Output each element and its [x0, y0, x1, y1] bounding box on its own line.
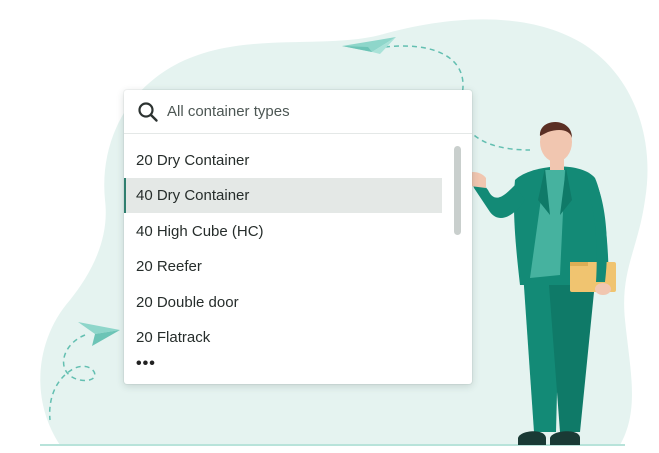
option-20-flatrack[interactable]: 20 Flatrack [124, 320, 442, 355]
option-40-high-cube[interactable]: 40 High Cube (HC) [124, 214, 442, 249]
option-20-reefer[interactable]: 20 Reefer [124, 249, 442, 284]
option-40-dry-container[interactable]: 40 Dry Container [124, 178, 442, 213]
scrollbar-thumb[interactable] [454, 146, 461, 235]
option-label: 20 Flatrack [136, 329, 211, 346]
search-icon [138, 102, 158, 122]
more-options-indicator[interactable]: ••• [136, 356, 156, 372]
option-label: 40 Dry Container [136, 187, 250, 204]
option-label: 40 High Cube (HC) [136, 223, 264, 240]
option-20-dry-container[interactable]: 20 Dry Container [124, 143, 442, 178]
option-label: 20 Dry Container [136, 152, 250, 169]
search-bar[interactable] [124, 90, 472, 134]
option-label: 20 Double door [136, 294, 239, 311]
option-20-double-door[interactable]: 20 Double door [124, 285, 442, 320]
option-label: 20 Reefer [136, 258, 202, 275]
container-type-dropdown[interactable]: 20 Dry Container 40 Dry Container 40 Hig… [124, 90, 472, 384]
search-input[interactable] [167, 99, 457, 123]
